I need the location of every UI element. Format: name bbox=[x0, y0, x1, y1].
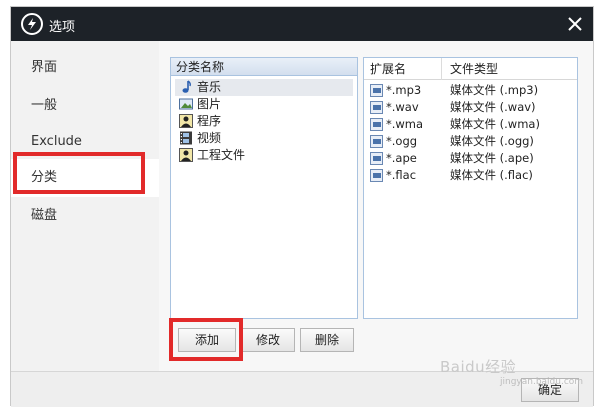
audio-file-icon bbox=[370, 152, 383, 165]
extension-cell: *.mp3 bbox=[386, 83, 422, 97]
extension-table: 扩展名 文件类型 *.mp3 媒体文件 (.mp3) *.wav 媒体文件 (.… bbox=[363, 57, 578, 319]
column-header-extension[interactable]: 扩展名 bbox=[364, 58, 442, 80]
audio-file-icon bbox=[370, 118, 383, 131]
extension-cell: *.wav bbox=[386, 100, 419, 114]
watermark: Baidu经验 bbox=[440, 358, 517, 376]
category-item-videos[interactable]: 视频 bbox=[175, 130, 353, 147]
category-list: 分类名称 音乐 图片 程序 视频 工程文件 bbox=[170, 57, 358, 319]
table-row[interactable]: *.wav 媒体文件 (.wav) bbox=[364, 99, 577, 116]
table-row[interactable]: *.ape 媒体文件 (.ape) bbox=[364, 150, 577, 167]
program-user-icon bbox=[179, 114, 193, 128]
category-item-programs[interactable]: 程序 bbox=[175, 113, 353, 130]
file-type-cell: 媒体文件 (.ogg) bbox=[450, 134, 534, 148]
category-item-pictures[interactable]: 图片 bbox=[175, 96, 353, 113]
category-item-projects[interactable]: 工程文件 bbox=[175, 147, 353, 164]
app-logo-icon bbox=[21, 13, 43, 35]
category-label: 工程文件 bbox=[197, 148, 246, 162]
category-label: 视频 bbox=[197, 131, 222, 145]
music-note-icon bbox=[182, 80, 191, 93]
extension-table-header: 扩展名 文件类型 bbox=[364, 58, 577, 80]
window-title: 选项 bbox=[49, 20, 76, 35]
category-label: 音乐 bbox=[197, 80, 222, 94]
file-type-cell: 媒体文件 (.ape) bbox=[450, 151, 534, 165]
sidebar-item-categories[interactable]: 分类 bbox=[11, 159, 159, 197]
close-icon[interactable] bbox=[565, 14, 585, 34]
category-label: 程序 bbox=[197, 114, 222, 128]
delete-button[interactable]: 删除 bbox=[300, 328, 354, 352]
title-bar: 选项 bbox=[11, 7, 593, 41]
film-icon bbox=[180, 131, 192, 145]
sidebar: 界面 一般 Exclude 分类 磁盘 bbox=[11, 41, 159, 407]
category-label: 图片 bbox=[197, 97, 222, 111]
sidebar-item-interface[interactable]: 界面 bbox=[11, 49, 159, 87]
audio-file-icon bbox=[370, 101, 383, 114]
category-item-music[interactable]: 音乐 bbox=[175, 79, 353, 96]
table-row[interactable]: *.mp3 媒体文件 (.mp3) bbox=[364, 82, 577, 99]
table-row[interactable]: *.wma 媒体文件 (.wma) bbox=[364, 116, 577, 133]
sidebar-item-disk[interactable]: 磁盘 bbox=[11, 197, 159, 235]
file-type-cell: 媒体文件 (.mp3) bbox=[450, 83, 539, 97]
table-row[interactable]: *.flac 媒体文件 (.flac) bbox=[364, 167, 577, 184]
watermark-url: jingyan.baidu.com bbox=[500, 377, 584, 387]
audio-file-icon bbox=[370, 84, 383, 97]
extension-cell: *.wma bbox=[386, 117, 424, 131]
file-type-cell: 媒体文件 (.flac) bbox=[450, 168, 533, 182]
project-user-icon bbox=[179, 148, 193, 162]
sidebar-item-general[interactable]: 一般 bbox=[11, 87, 159, 125]
audio-file-icon bbox=[370, 169, 383, 182]
column-header-file-type[interactable]: 文件类型 bbox=[444, 58, 578, 80]
file-type-cell: 媒体文件 (.wav) bbox=[450, 100, 536, 114]
add-button[interactable]: 添加 bbox=[178, 328, 236, 352]
picture-icon bbox=[179, 98, 193, 110]
extension-cell: *.ape bbox=[386, 151, 417, 165]
extension-cell: *.flac bbox=[386, 168, 417, 182]
edit-button[interactable]: 修改 bbox=[241, 328, 295, 352]
sidebar-item-exclude[interactable]: Exclude bbox=[11, 123, 159, 161]
table-row[interactable]: *.ogg 媒体文件 (.ogg) bbox=[364, 133, 577, 150]
audio-file-icon bbox=[370, 135, 383, 148]
file-type-cell: 媒体文件 (.wma) bbox=[450, 117, 540, 131]
extension-cell: *.ogg bbox=[386, 134, 418, 148]
category-list-header: 分类名称 bbox=[171, 58, 357, 76]
